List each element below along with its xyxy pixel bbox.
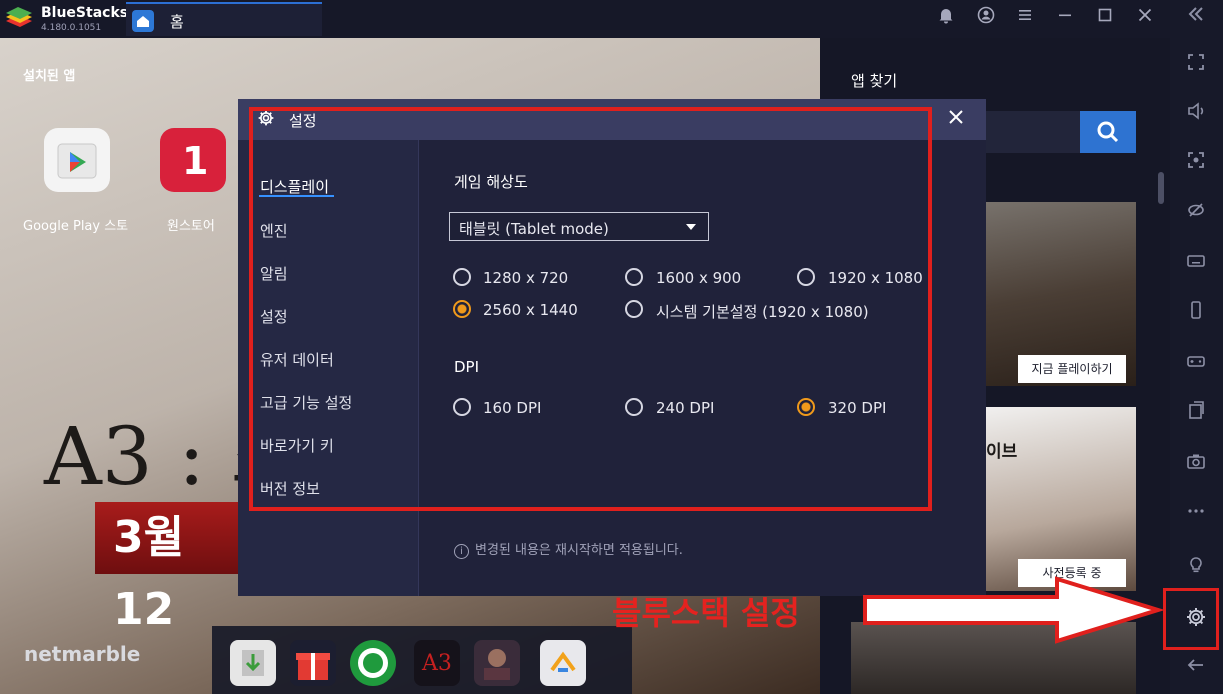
maximize-icon[interactable] (1092, 6, 1118, 32)
play-now-button[interactable]: 지금 플레이하기 (1018, 355, 1126, 383)
lightbulb-icon[interactable] (1181, 555, 1211, 585)
game-card-title: 이브 (986, 442, 1018, 462)
info-icon: i (454, 544, 469, 559)
brand: BlueStacks 4.180.0.1051 (4, 4, 128, 34)
banner-date: 3월 12 (95, 502, 245, 635)
fullscreen-icon[interactable] (1181, 52, 1211, 82)
bluestacks-logo-icon (6, 7, 32, 27)
finder-scrollbar[interactable] (1158, 172, 1164, 204)
account-icon[interactable] (973, 6, 999, 32)
camera-icon[interactable] (1181, 451, 1211, 481)
gift-icon[interactable] (290, 640, 336, 686)
annotation-label: 블루스택 설정 (612, 594, 800, 632)
onestore-icon[interactable]: 1 (160, 128, 226, 192)
a3-netmarble-icon[interactable]: A3 (414, 640, 460, 686)
app-search-input[interactable] (985, 111, 1081, 153)
search-button[interactable] (1080, 111, 1136, 153)
annotation-highlight-box (249, 107, 932, 511)
svg-text:1: 1 (182, 139, 208, 183)
menu-icon[interactable] (1012, 6, 1038, 32)
app-finder-title: 앱 찾기 (851, 72, 898, 90)
minimize-icon[interactable] (1052, 6, 1078, 32)
restart-notice: i 변경된 내용은 재시작하면 적용됩니다. (454, 539, 683, 559)
close-icon[interactable] (943, 107, 969, 133)
installed-apps-label: 설치된 앱 (23, 69, 76, 84)
app-dock: A3 (212, 626, 632, 694)
restart-notice-text: 변경된 내용은 재시작하면 적용됩니다. (475, 543, 683, 558)
notification-bell-icon[interactable] (933, 6, 959, 32)
gamepad-icon[interactable] (1181, 350, 1211, 380)
window-close-icon[interactable] (1132, 6, 1158, 32)
screen-capture-area-icon[interactable] (1181, 150, 1211, 180)
collapse-toolbar-icon[interactable] (1181, 4, 1211, 34)
install-apk-icon[interactable] (230, 640, 276, 686)
volume-icon[interactable] (1181, 101, 1211, 131)
svg-text:A3: A3 (421, 651, 452, 676)
brand-version: 4.180.0.1051 (41, 23, 102, 33)
eye-off-icon[interactable] (1181, 200, 1211, 230)
aptoide-icon[interactable] (540, 640, 586, 686)
publisher-logo: netmarble (24, 642, 141, 666)
annotation-arrow-icon (863, 576, 1164, 644)
back-arrow-icon[interactable] (1181, 655, 1211, 685)
tab-home[interactable]: 홈 (126, 2, 322, 36)
webzen-icon[interactable] (474, 640, 520, 686)
google-play-icon[interactable] (44, 128, 110, 192)
title-bar: BlueStacks 4.180.0.1051 홈 (0, 0, 1170, 38)
keyboard-icon[interactable] (1181, 251, 1211, 281)
phone-rotate-icon[interactable] (1181, 300, 1211, 330)
settings-highlight-box (1163, 588, 1219, 650)
home-icon (132, 10, 154, 32)
more-icon[interactable] (1181, 501, 1211, 531)
brand-name: BlueStacks (41, 5, 129, 21)
app-label-onestore: 원스토어 (167, 219, 215, 234)
app-label-google-play: Google Play 스토 (23, 219, 129, 234)
search-icon (1097, 121, 1119, 143)
tab-home-label: 홈 (170, 13, 184, 31)
bluestacks-cafe-icon[interactable] (350, 640, 396, 686)
install-apk-sidebar-icon[interactable] (1181, 400, 1211, 430)
